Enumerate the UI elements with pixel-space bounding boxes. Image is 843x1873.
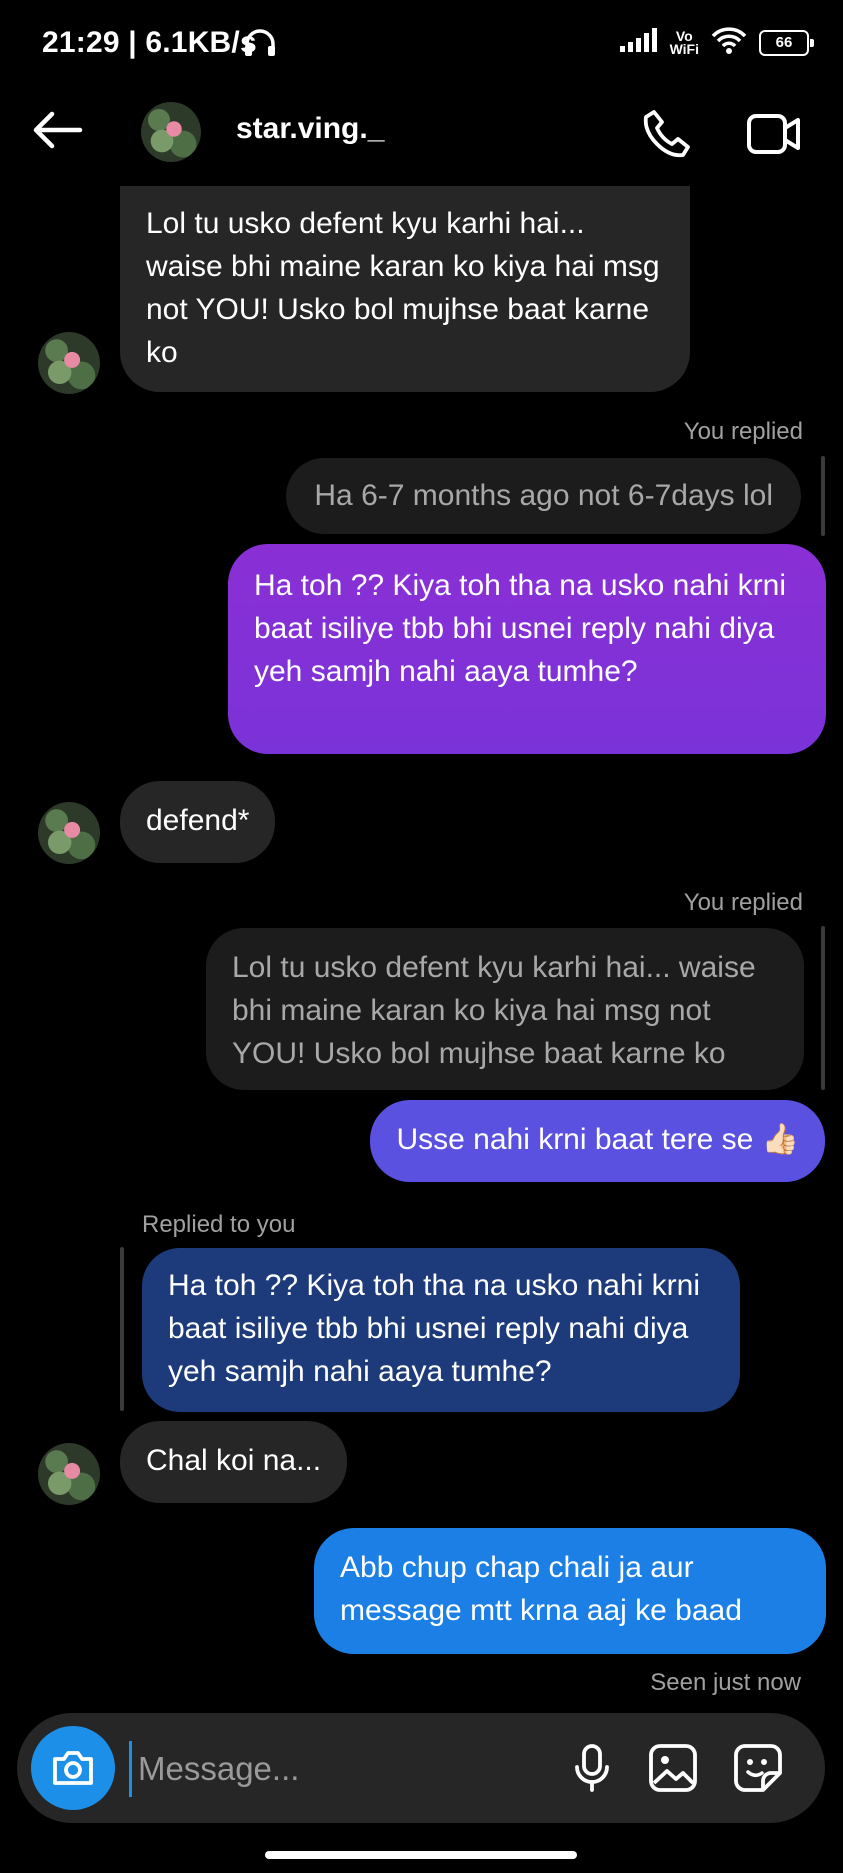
message-bubble-outgoing[interactable]: Abb chup chap chali ja aur message mtt k… (314, 1528, 826, 1654)
battery-level: 66 (775, 34, 793, 51)
message-input[interactable] (129, 1741, 560, 1797)
camera-icon (53, 1751, 93, 1785)
reply-label: You replied (683, 418, 803, 445)
wifi-icon (711, 26, 747, 59)
reply-line (821, 926, 825, 1090)
voice-button[interactable] (563, 1739, 621, 1797)
back-button[interactable] (30, 110, 90, 160)
arrow-left-icon (33, 111, 83, 149)
message-bubble-incoming[interactable]: defend* (120, 781, 276, 863)
video-call-button[interactable] (746, 110, 804, 162)
header-avatar[interactable] (141, 102, 201, 162)
camera-button[interactable] (31, 1726, 115, 1810)
call-button[interactable] (640, 108, 696, 164)
home-indicator[interactable] (265, 1851, 577, 1859)
reply-label: Replied to you (142, 1211, 296, 1238)
microphone-icon (575, 1744, 609, 1792)
status-time: 21:29 | 6.1KB/s (42, 26, 257, 59)
sticker-icon (734, 1744, 782, 1792)
quoted-message[interactable]: Lol tu usko defent kyu karhi hai... wais… (206, 928, 804, 1090)
message-bubble-outgoing[interactable]: Usse nahi krni baat tere se 👍🏻 (370, 1100, 825, 1182)
sticker-button[interactable] (729, 1739, 787, 1797)
status-icons: Vo WiFi 66 (619, 26, 814, 59)
quoted-message[interactable]: Ha toh ?? Kiya toh tha na usko nahi krni… (142, 1248, 740, 1412)
message-bubble-incoming[interactable]: Chal koi na... (120, 1421, 348, 1503)
video-camera-icon (747, 114, 800, 154)
signal-icon (619, 28, 658, 57)
message-composer (17, 1713, 825, 1823)
reply-line (120, 1247, 124, 1411)
phone-icon (643, 110, 690, 158)
message-bubble-incoming[interactable]: Lol tu usko defent kyu karhi hai... wais… (120, 186, 690, 392)
image-icon (649, 1744, 697, 1792)
quoted-message[interactable]: Ha 6-7 months ago not 6-7days lol (286, 458, 801, 534)
sender-avatar[interactable] (38, 332, 100, 394)
headphone-icon (243, 28, 277, 63)
vowifi-bottom: WiFi (669, 40, 699, 57)
battery-icon: 66 (759, 29, 814, 56)
reply-label: You replied (683, 889, 803, 916)
message-bubble-outgoing[interactable]: Ha toh ?? Kiya toh tha na usko nahi krni… (228, 544, 826, 754)
vowifi-label: Vo WiFi (669, 29, 699, 57)
sender-avatar[interactable] (38, 802, 100, 864)
sender-avatar[interactable] (38, 1443, 100, 1505)
gallery-button[interactable] (644, 1739, 702, 1797)
seen-status: Seen just now (650, 1669, 801, 1696)
reply-line (821, 456, 825, 536)
header-username[interactable]: star.ving._ (236, 112, 384, 146)
